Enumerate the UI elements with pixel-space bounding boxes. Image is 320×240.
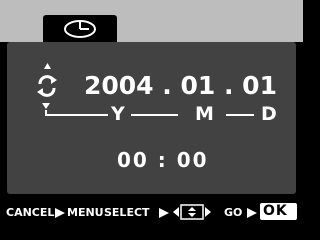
ok-label: OK: [263, 203, 288, 219]
up-down-cycle-icon[interactable]: [37, 63, 57, 109]
format-month-label: M: [195, 103, 214, 125]
go-label: GO: [224, 206, 243, 219]
arrow-right-icon: [55, 208, 65, 218]
arrow-right-icon: [159, 208, 169, 218]
dpad-icon: [173, 204, 211, 220]
format-guides: [37, 63, 254, 116]
time-value[interactable]: 00 : 00: [117, 145, 209, 175]
format-year-label: Y: [111, 103, 125, 125]
menu-label: MENU: [67, 206, 104, 219]
date-value[interactable]: 2004 . 01 . 01: [84, 71, 277, 101]
format-day-label: D: [261, 103, 277, 125]
camera-screen: 2004 . 01 . 01 Y M D 00 : 00 CANCEL MENU…: [0, 0, 303, 226]
arrow-right-icon: [247, 208, 257, 218]
select-label: SELECT: [104, 206, 150, 219]
cancel-label: CANCEL: [6, 206, 55, 219]
